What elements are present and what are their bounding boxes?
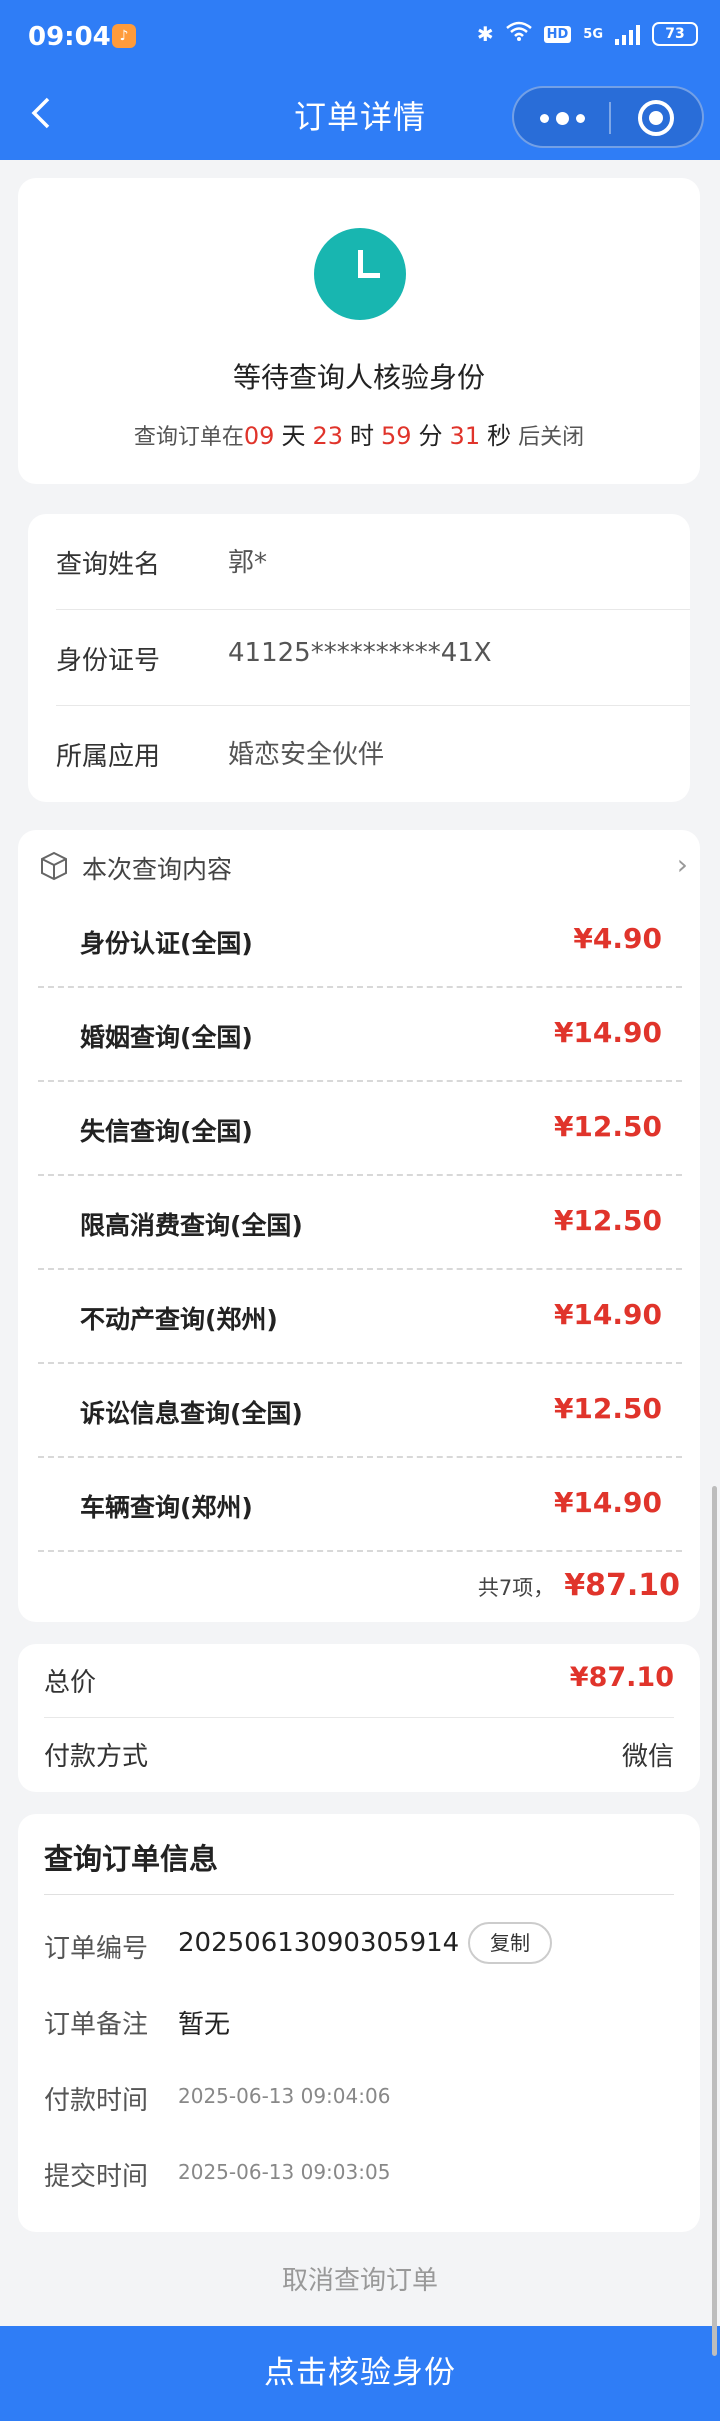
info-value: 41125**********41X	[228, 638, 492, 668]
status-card: 等待查询人核验身份 查询订单在09 天 23 时 59 分 31 秒 后关闭	[18, 178, 700, 484]
app-notification-icon: ♪	[112, 24, 136, 48]
query-info-card: 查询姓名 郭* 身份证号 41125**********41X 所属应用 婚恋安…	[28, 514, 690, 802]
items-total-label: 共7项，	[477, 1576, 555, 1600]
signal-icon	[615, 23, 640, 45]
payment-card: 总价 ¥87.10 付款方式 微信	[18, 1644, 700, 1792]
payment-time-value: 2025-06-13 09:04:06	[178, 2084, 391, 2108]
wifi-icon	[505, 20, 532, 48]
total-price-value: ¥87.10	[569, 1662, 674, 1693]
query-items-header[interactable]: 本次查询内容 ›	[38, 848, 688, 888]
list-item: 限高消费查询(全国) ¥12.50	[38, 1176, 682, 1270]
countdown-seconds: 31	[449, 422, 481, 450]
clock-icon	[314, 228, 406, 320]
bluetooth-icon: ✱	[476, 22, 494, 46]
order-remark-value: 暂无	[178, 2010, 231, 2040]
payment-method-value: 微信	[621, 1742, 674, 1772]
order-info-card: 查询订单信息 订单编号 20250613090305914 复制 订单备注 暂无…	[18, 1814, 700, 2232]
countdown-seconds-unit: 秒	[487, 422, 512, 450]
item-name: 婚姻查询(全国)	[80, 1023, 253, 1052]
submit-time-row: 提交时间 2025-06-13 09:03:05	[44, 2146, 684, 2206]
countdown-suffix: 后关闭	[518, 425, 585, 450]
target-circle-icon[interactable]	[638, 100, 674, 136]
status-title: 等待查询人核验身份	[232, 361, 485, 394]
countdown-hours-unit: 时	[350, 422, 374, 450]
countdown-hours: 23	[312, 422, 343, 450]
list-item: 车辆查询(郑州) ¥14.90	[38, 1458, 682, 1552]
mini-program-capsule	[512, 86, 704, 148]
list-item: 失信查询(全国) ¥12.50	[38, 1082, 682, 1176]
status-icons: ✱ HD 5G 73	[477, 20, 698, 48]
info-row-id: 身份证号 41125**********41X	[56, 610, 690, 706]
countdown-days: 09	[243, 422, 275, 450]
row-divider	[38, 1550, 682, 1552]
item-price: ¥12.50	[553, 1392, 662, 1425]
countdown-minutes-unit: 分	[418, 422, 443, 450]
list-item: 诉讼信息查询(全国) ¥12.50	[38, 1364, 682, 1458]
info-value: 郭*	[228, 548, 268, 578]
info-value: 婚恋安全伙伴	[228, 740, 385, 770]
item-price: ¥12.50	[553, 1110, 662, 1143]
battery-icon: 73	[652, 22, 698, 46]
order-remark-label: 订单备注	[44, 2010, 149, 2040]
order-number-label: 订单编号	[44, 1934, 149, 1964]
submit-time-value: 2025-06-13 09:03:05	[178, 2160, 391, 2184]
network-label: 5G	[583, 26, 603, 42]
copy-button[interactable]: 复制	[468, 1922, 552, 1964]
item-name: 失信查询(全国)	[80, 1117, 253, 1146]
payment-method-label: 付款方式	[44, 1742, 149, 1772]
order-number-value: 20250613090305914	[178, 1928, 460, 1958]
item-name: 诉讼信息查询(全国)	[80, 1399, 303, 1428]
order-remark-row: 订单备注 暂无	[44, 1994, 684, 2054]
order-number-row: 订单编号 20250613090305914 复制	[44, 1918, 684, 1978]
total-price-label: 总价	[44, 1668, 97, 1698]
item-price: ¥14.90	[553, 1016, 662, 1049]
cube-icon	[41, 851, 67, 881]
info-row-name: 查询姓名 郭*	[56, 514, 690, 610]
list-item: 婚姻查询(全国) ¥14.90	[38, 988, 682, 1082]
order-info-title: 查询订单信息	[44, 1842, 219, 1876]
status-time: 09:04	[28, 22, 111, 52]
item-price: ¥4.90	[573, 922, 662, 955]
cancel-order-link[interactable]: 取消查询订单	[0, 2260, 720, 2297]
item-name: 车辆查询(郑州)	[80, 1493, 253, 1522]
payment-time-row: 付款时间 2025-06-13 09:04:06	[44, 2070, 684, 2130]
item-name: 不动产查询(郑州)	[80, 1305, 278, 1334]
items-total: 共7项， ¥87.10	[478, 1568, 680, 1603]
scrollbar[interactable]	[712, 1486, 717, 2356]
item-price: ¥12.50	[553, 1204, 662, 1237]
item-name: 身份认证(全国)	[80, 929, 253, 958]
more-dots-icon[interactable]	[540, 110, 586, 126]
item-price: ¥14.90	[553, 1298, 662, 1331]
chevron-right-icon: ›	[676, 848, 688, 881]
order-divider	[44, 1894, 674, 1895]
verify-identity-button[interactable]: 点击核验身份	[0, 2326, 720, 2421]
total-price-row: 总价 ¥87.10	[44, 1644, 674, 1718]
countdown-days-unit: 天	[281, 422, 306, 450]
status-bar: 09:04 ♪ ✱ HD 5G 73	[0, 0, 720, 72]
capsule-divider	[609, 102, 611, 134]
info-label: 查询姓名	[56, 550, 161, 580]
countdown-prefix: 查询订单在	[133, 425, 244, 450]
info-label: 所属应用	[56, 742, 161, 772]
query-items-title: 本次查询内容	[82, 855, 233, 884]
payment-method-row: 付款方式 微信	[44, 1718, 674, 1792]
query-items-card: 本次查询内容 › 身份认证(全国) ¥4.90 婚姻查询(全国) ¥14.90 …	[18, 830, 700, 1622]
list-item: 不动产查询(郑州) ¥14.90	[38, 1270, 682, 1364]
item-price: ¥14.90	[553, 1486, 662, 1519]
countdown-minutes: 59	[381, 422, 412, 450]
hd-badge: HD	[543, 25, 572, 43]
item-name: 限高消费查询(全国)	[80, 1211, 303, 1240]
info-row-app: 所属应用 婚恋安全伙伴	[56, 706, 662, 802]
submit-time-label: 提交时间	[44, 2162, 149, 2192]
top-header: 09:04 ♪ ✱ HD 5G 73 订单详情	[0, 0, 720, 160]
payment-time-label: 付款时间	[44, 2086, 149, 2116]
items-total-amount: ¥87.10	[564, 1568, 680, 1603]
info-label: 身份证号	[56, 646, 161, 676]
countdown-text: 查询订单在09 天 23 时 59 分 31 秒 后关闭	[18, 416, 700, 451]
list-item: 身份认证(全国) ¥4.90	[38, 894, 682, 988]
